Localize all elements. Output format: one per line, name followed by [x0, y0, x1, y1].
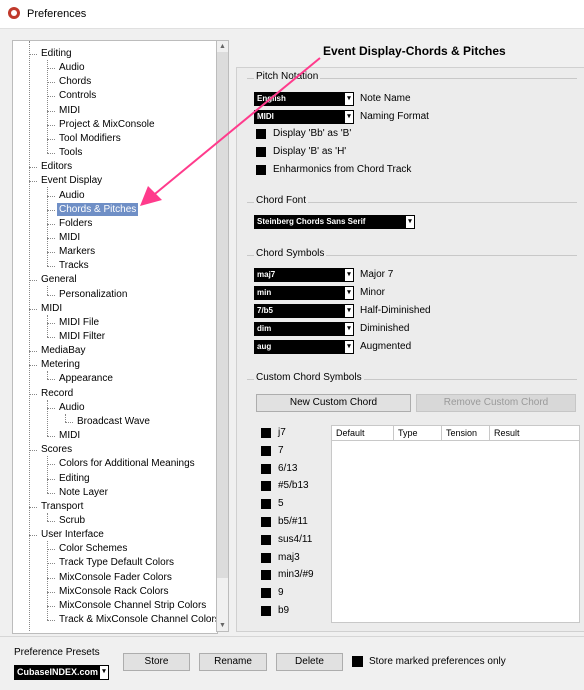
annotation-arrow-icon: [140, 57, 321, 206]
